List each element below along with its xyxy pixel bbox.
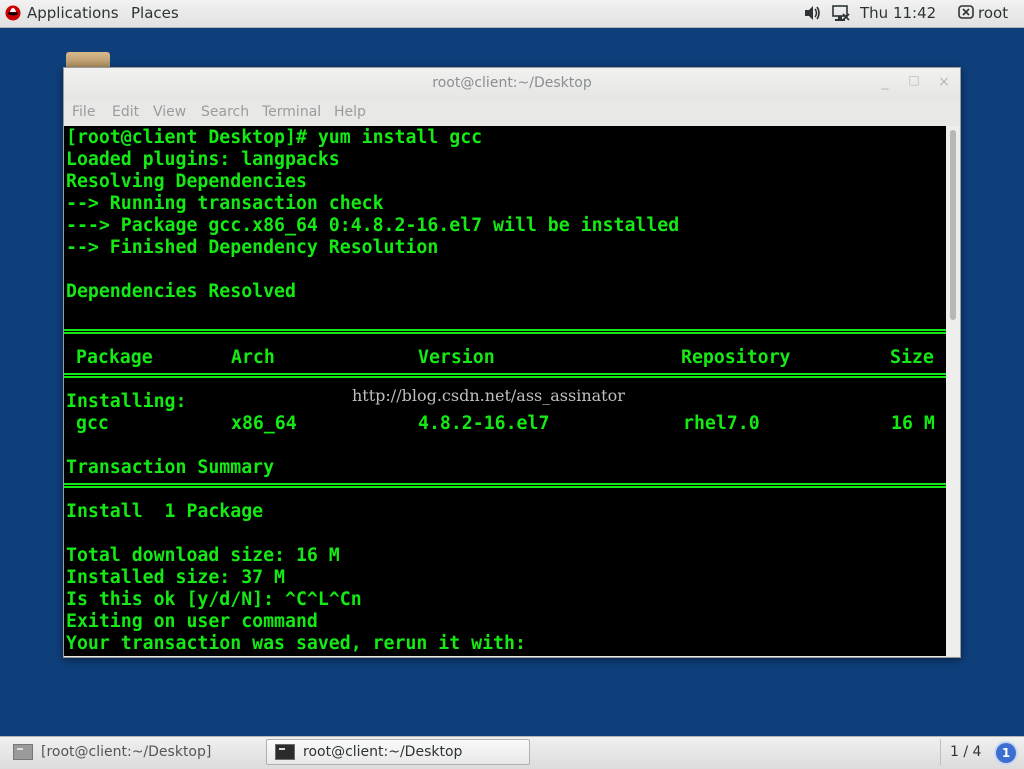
applications-menu[interactable]: Applications — [27, 4, 119, 22]
terminal-output[interactable]: [root@client Desktop]# yum install gcc L… — [64, 126, 946, 656]
menu-search[interactable]: Search — [201, 104, 249, 120]
terminal-line: Your transaction was saved, rerun it wit… — [66, 633, 526, 654]
menu-file[interactable]: File — [72, 104, 95, 120]
terminal-icon — [275, 744, 295, 760]
row-size: 16 M — [891, 413, 935, 434]
taskbar-item[interactable]: [root@client:~/Desktop] — [4, 739, 260, 765]
separator-line — [64, 329, 946, 334]
terminal-line: Transaction Summary — [66, 457, 275, 478]
minimize-icon[interactable]: _ — [878, 74, 892, 90]
workspace-indicator: 1 / 4 — [950, 744, 982, 760]
terminal-line: --> Running transaction check — [66, 193, 384, 214]
row-repository: rhel7.0 — [683, 413, 760, 434]
terminal-line: [root@client Desktop]# yum install gcc — [66, 127, 483, 148]
terminal-line: Install 1 Package — [66, 501, 264, 522]
notification-badge[interactable]: 1 — [996, 743, 1016, 763]
terminal-line: Installed size: 37 M — [66, 567, 285, 588]
terminal-scrollbar[interactable] — [946, 126, 960, 656]
installing-label: Installing: — [66, 391, 187, 412]
terminal-line: Total download size: 16 M — [66, 545, 340, 566]
terminal-line: Is this ok [y/d/N]: ^C^L^Cn — [66, 589, 362, 610]
terminal-line: ---> Package gcc.x86_64 0:4.8.2-16.el7 w… — [66, 215, 680, 236]
window-title: root@client:~/Desktop — [432, 75, 592, 91]
bottom-panel: [root@client:~/Desktop] root@client:~/De… — [0, 736, 1024, 769]
close-icon[interactable]: × — [937, 74, 951, 90]
header-arch: Arch — [231, 347, 275, 368]
row-version: 4.8.2-16.el7 — [418, 413, 550, 434]
user-menu[interactable]: root — [978, 4, 1008, 22]
header-version: Version — [418, 347, 495, 368]
menu-terminal[interactable]: Terminal — [262, 104, 321, 120]
taskbar-item-active[interactable]: root@client:~/Desktop — [266, 739, 530, 765]
taskbar-item-label: root@client:~/Desktop — [303, 744, 463, 760]
menu-bar: File Edit View Search Terminal Help — [64, 100, 960, 126]
scrollbar-thumb[interactable] — [950, 130, 956, 320]
network-icon[interactable] — [832, 5, 850, 22]
terminal-line: Dependencies Resolved — [66, 281, 296, 302]
top-panel: Applications Places Thu 11:42 root — [0, 0, 1024, 28]
row-package: gcc — [76, 413, 109, 434]
menu-view[interactable]: View — [153, 104, 186, 120]
header-package: Package — [76, 347, 153, 368]
volume-icon[interactable] — [803, 5, 821, 21]
row-arch: x86_64 — [231, 413, 297, 434]
terminal-line: Resolving Dependencies — [66, 171, 307, 192]
workspace-switcher[interactable]: 1 / 4 — [940, 739, 993, 765]
terminal-window: root@client:~/Desktop _ □ × File Edit Vi… — [63, 67, 961, 658]
window-titlebar[interactable]: root@client:~/Desktop _ □ × — [64, 68, 960, 98]
terminal-line: Exiting on user command — [66, 611, 318, 632]
separator-line — [64, 373, 946, 378]
terminal-line: --> Finished Dependency Resolution — [66, 237, 439, 258]
menu-edit[interactable]: Edit — [112, 104, 139, 120]
menu-help[interactable]: Help — [334, 104, 366, 120]
user-icon[interactable] — [958, 5, 974, 19]
taskbar-item-label: [root@client:~/Desktop] — [41, 744, 212, 760]
clock[interactable]: Thu 11:42 — [860, 4, 936, 22]
separator-line — [64, 483, 946, 488]
header-repository: Repository — [681, 347, 791, 368]
terminal-line: Loaded plugins: langpacks — [66, 149, 340, 170]
redhat-icon — [5, 5, 21, 21]
places-menu[interactable]: Places — [131, 4, 179, 22]
maximize-icon[interactable]: □ — [907, 73, 921, 87]
terminal-icon — [13, 744, 33, 760]
header-size: Size — [890, 347, 934, 368]
watermark-text: http://blog.csdn.net/ass_assinator — [352, 386, 625, 405]
